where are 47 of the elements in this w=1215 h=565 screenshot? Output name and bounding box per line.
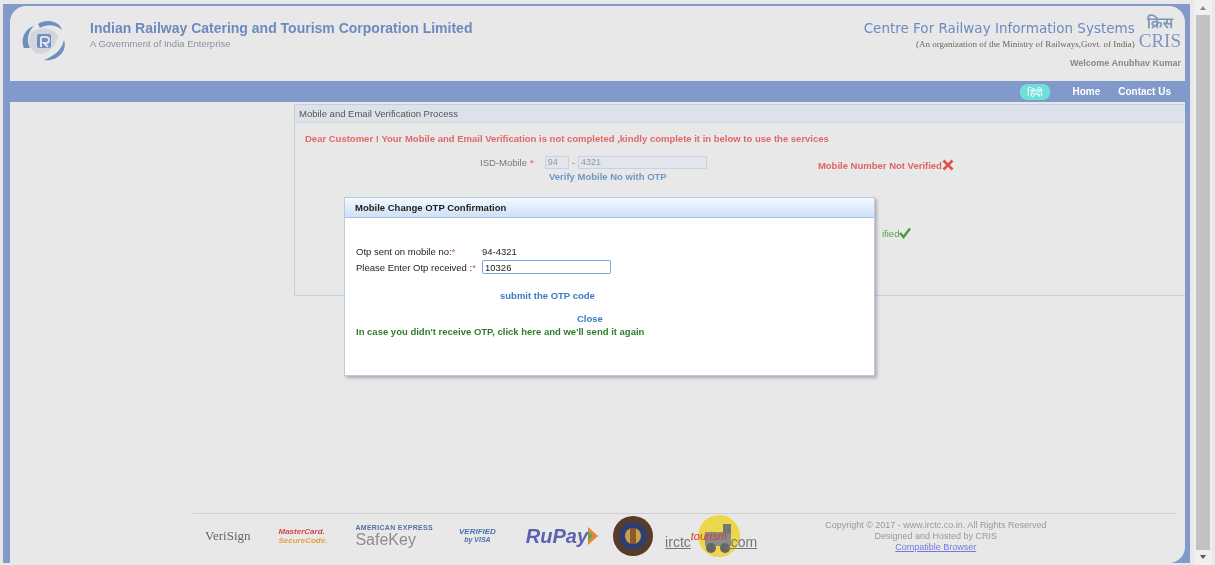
nav-link[interactable]: Contact Us: [1112, 86, 1177, 97]
verisign-logo: VeriSign: [205, 528, 251, 544]
copyright-text: Copyright © 2017 - www.irctc.co.in. All Rights Reserved: [825, 519, 1047, 531]
mastercard-logo-text: MasterCard.: [278, 527, 326, 536]
compatible-browser-link[interactable]: Compatible Browser: [895, 541, 977, 553]
field-label: ISD-Mobile: [480, 156, 527, 168]
chevron-icon: [588, 527, 599, 545]
irctc-logo-text: irctc: [665, 534, 691, 550]
status-text: ified: [882, 227, 900, 239]
emblem-icon: [612, 515, 655, 557]
visa-logo-text: VERIFIED: [458, 528, 496, 536]
mobile-number: 94-4321: [482, 245, 517, 257]
hosted-text: Designed and Hosted by CRIS: [874, 530, 998, 542]
dialog-title: Mobile Change OTP Confirmation: [345, 198, 874, 218]
field-label: Please Enter Otp received :: [356, 261, 473, 273]
welcome-text: Welcome Anubhav Kumar: [1069, 58, 1181, 68]
panel-title: Mobile and Email Verification Process: [295, 105, 1185, 123]
logo-text: क्रिस: [1146, 14, 1173, 32]
field-label: Otp sent on mobile no:: [356, 245, 452, 257]
scrollbar[interactable]: [1194, 0, 1212, 565]
rupay-logo-text: RuPay: [525, 524, 589, 548]
safekey-logo-text: SafeKey: [355, 531, 416, 548]
otp-field[interactable]: 10326: [482, 260, 611, 274]
company-title: Indian Railway Catering and Tourism Corporation Limited: [90, 20, 473, 36]
mastercard-logo-text: SecureCode.: [278, 536, 328, 545]
nav-link[interactable]: Home: [1066, 86, 1107, 97]
required-mark: *: [472, 261, 476, 273]
required-mark: *: [451, 245, 456, 257]
separator: -: [571, 156, 575, 168]
submit-link[interactable]: submit the OTP code: [500, 290, 595, 301]
required-mark: *: [530, 156, 534, 168]
irctc-logo-icon: [20, 18, 68, 62]
notice-text: Dear Customer ! Your Mobile and Email Verification is not completed ,kindly complete it in below to use the services: [304, 132, 830, 144]
organization-name: Centre For Railway Information Systems: [863, 20, 1135, 36]
scroll-thumb[interactable]: [1196, 15, 1210, 550]
scroll-up-icon[interactable]: [1200, 6, 1206, 10]
company-subtitle: A Government of India Enterprise: [90, 38, 232, 49]
resend-link[interactable]: In case you didn't receive OTP, click here and we'll send it again: [356, 326, 874, 337]
close-link[interactable]: Close: [577, 313, 603, 324]
isd-field[interactable]: 94: [544, 155, 569, 169]
scroll-down-icon[interactable]: [1200, 555, 1206, 559]
organization-note: (An organization of the Ministry of Railways,Govt. of India): [914, 39, 1135, 49]
mobile-field[interactable]: 4321: [577, 155, 707, 169]
language-button[interactable]: हिंदी: [1020, 83, 1051, 100]
logo-text: CRIS: [1138, 32, 1181, 50]
status-text: Mobile Number Not Verified: [817, 159, 942, 171]
verify-link[interactable]: Verify Mobile No with OTP: [549, 171, 667, 182]
